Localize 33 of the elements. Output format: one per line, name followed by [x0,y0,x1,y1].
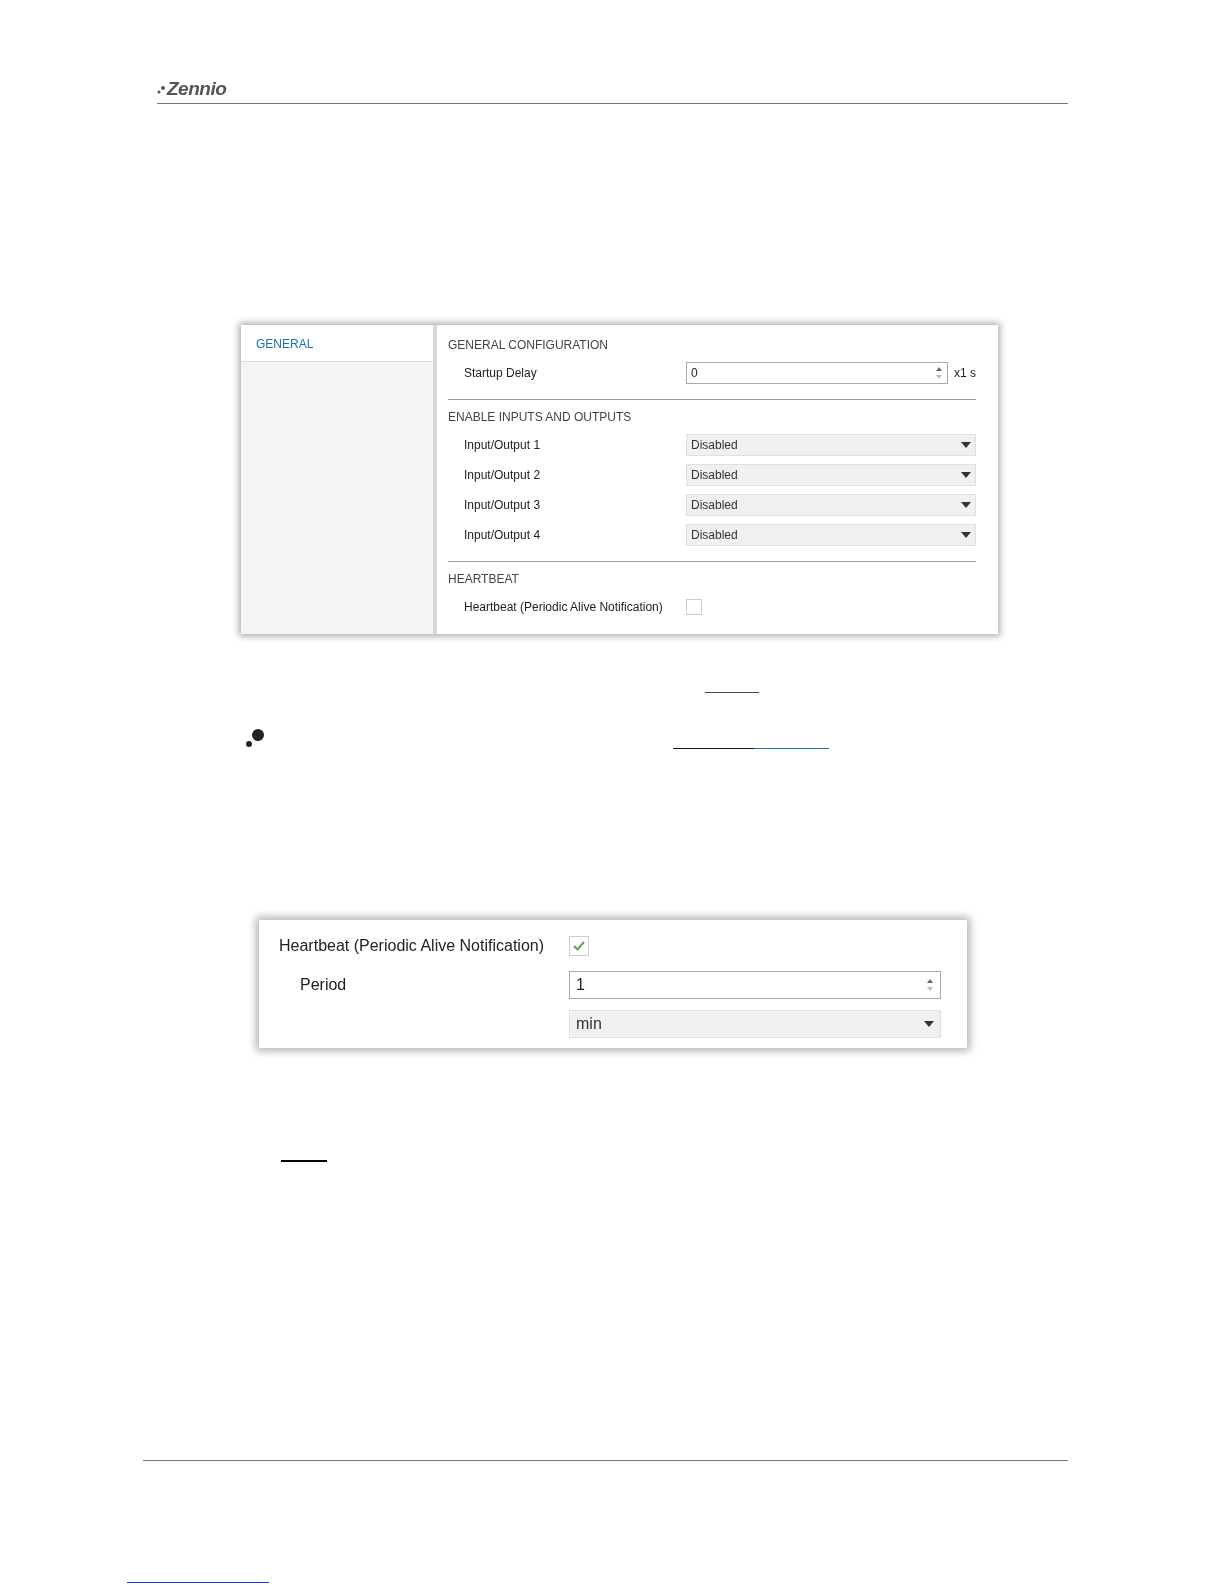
parameter-label: Input/Output 2 [463,467,542,484]
parameter-label: Heartbeat (Periodic Alive Notification) [463,599,664,616]
checkbox[interactable] [686,599,702,615]
caret-icon [924,1020,934,1027]
unit-label: x1 s [954,365,976,382]
parameter-label: Period [299,974,348,995]
parameter-label: Input/Output 3 [463,497,542,514]
section-title: GENERAL CONFIGURATION [448,337,609,354]
dropdown[interactable]: Disabled [686,464,976,486]
tab[interactable]: GENERAL [241,325,433,361]
number-field[interactable]: 1 [569,970,941,999]
dropdown[interactable]: Disabled [686,434,976,456]
parameter-label: Input/Output 1 [463,437,542,454]
caret-icon [961,532,971,538]
caret-icon [961,442,971,448]
check-icon [573,940,585,951]
parameter-label: Startup Delay [463,365,538,382]
dropdown[interactable]: Disabled [686,494,976,516]
parameter-label: Heartbeat (Periodic Alive Notification) [279,935,545,956]
spin-arrows-icon [935,366,943,380]
caret-icon [961,502,971,508]
parameter-label: Input/Output 4 [463,527,542,544]
caret-icon [961,472,971,478]
checkbox[interactable] [569,935,589,956]
section-title: ENABLE INPUTS AND OUTPUTS [448,409,633,426]
section-title: HEARTBEAT [448,571,520,588]
dropdown[interactable]: Disabled [686,524,976,546]
spin-arrows-icon [926,977,934,992]
number-field[interactable]: 0 [686,362,948,384]
dropdown[interactable]: min [569,1009,941,1038]
logo: Zennio [167,77,227,102]
bullet-icon [245,728,265,748]
logo-dots-icon [157,85,165,94]
